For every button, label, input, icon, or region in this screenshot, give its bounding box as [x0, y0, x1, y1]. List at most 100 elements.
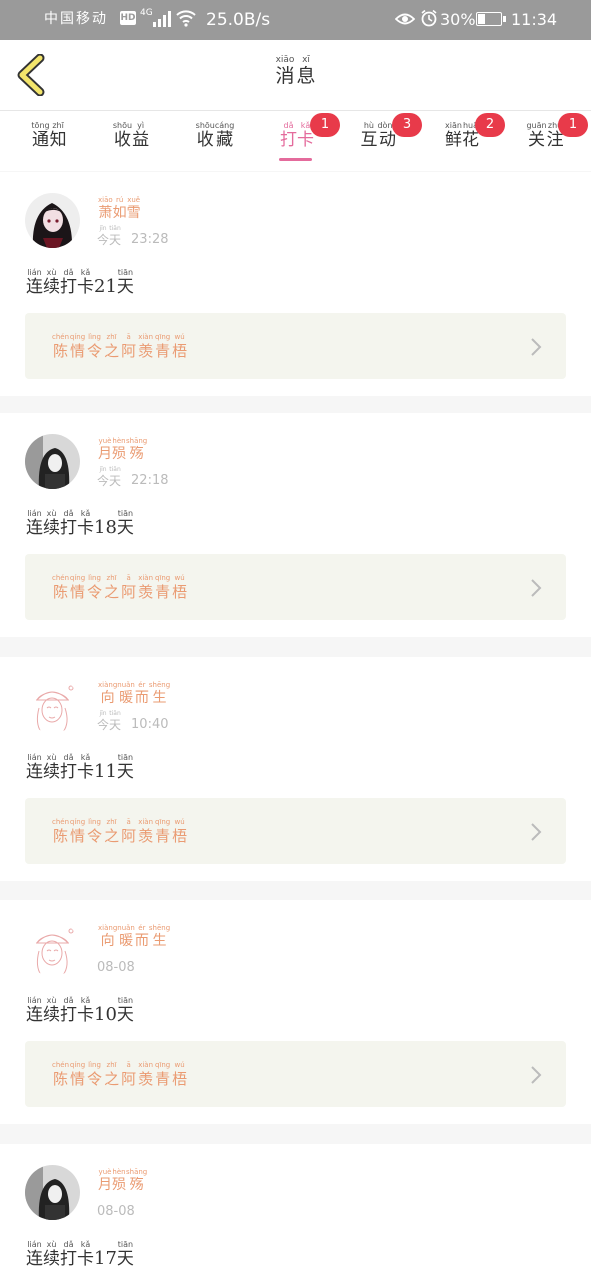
tab-shōu-cáng[interactable]: shōu 收 cáng 藏 — [180, 121, 250, 150]
streak-suffix-char: tiān 天 — [117, 753, 134, 782]
streak-prefix-char: kǎ 卡 — [77, 268, 94, 297]
pinyin: chén — [52, 1061, 70, 1069]
pinyin: lìng — [88, 1061, 101, 1069]
network-speed: 25.0B/s — [206, 10, 271, 30]
streak-prefix-char: lián 连 — [26, 268, 43, 297]
pinyin: tiān — [109, 225, 121, 232]
tab-hù-dòng[interactable]: hù 互 dòng 动 3 — [344, 113, 422, 150]
tab-xiān-huā[interactable]: xiān 鲜 huā 花 2 — [427, 113, 505, 150]
book-title-char: qīng 青 — [154, 818, 171, 845]
wifi-icon — [176, 10, 196, 27]
unread-badge: 1 — [558, 113, 588, 137]
hanzi: 卡 — [297, 130, 314, 150]
pinyin: xiàn — [138, 818, 154, 826]
hanzi: 益 — [132, 130, 150, 150]
checkin-message-card: yuè 月 hèn 殒 shāng 殇 08-08 lián 连 xù 续 dǎ 打 kǎ 卡 17 tiān 天 — [0, 1144, 591, 1280]
username-char: xiàng 向 — [98, 681, 117, 706]
pinyin: tiān — [117, 509, 134, 518]
pinyin: jīn — [99, 225, 107, 232]
tab-label-char: guān 关 — [526, 121, 546, 150]
eye-icon — [395, 13, 415, 25]
book-title-char: chén 陈 — [52, 333, 69, 360]
book-title-char: ā阿 — [120, 818, 137, 845]
avatar-bw-girl[interactable] — [25, 1165, 80, 1220]
username-char: yuè 月 — [98, 1168, 112, 1193]
avatar-sketch-girl[interactable] — [25, 678, 80, 733]
username[interactable]: xiàng 向 nuǎn 暖 ér 而 shēng 生 — [98, 681, 170, 706]
hanzi: 情 — [70, 1070, 86, 1088]
tab-guān-zhù[interactable]: guān 关 zhù 注 1 — [510, 113, 588, 150]
date-value: 08-08 — [97, 960, 135, 975]
username[interactable]: xiāo 萧 rú 如 xuě 雪 — [98, 196, 141, 221]
today-label-char: jīn 今 — [97, 709, 109, 732]
time-value: 10:40 — [131, 717, 169, 732]
tab-shōu-yì[interactable]: shōu 收 yì 益 — [96, 121, 166, 150]
tab-label-char: shōu 收 — [113, 121, 132, 150]
streak-prefix-char: kǎ 卡 — [77, 509, 94, 538]
streak-suffix-char: tiān 天 — [117, 1240, 134, 1269]
book-title-char: lìng 令 — [86, 1061, 103, 1088]
carrier-label: 中国移动 — [44, 11, 108, 27]
book-title-char: chén 陈 — [52, 818, 69, 845]
avatar-bw-girl[interactable] — [25, 434, 80, 489]
book-link[interactable]: chén 陈 qíng 情 lìng 令 zhī 之 ā 阿 xiàn 羡 qīng 青 wú 梧 — [25, 1041, 566, 1107]
pinyin: lìng — [88, 333, 101, 341]
pinyin: qīng — [154, 574, 171, 582]
book-link[interactable]: chén 陈 qíng 情 lìng 令 zhī 之 ā 阿 xiàn 羡 qīng 青 wú 梧 — [25, 313, 566, 379]
book-title-char: wú 梧 — [171, 818, 188, 845]
username-char: xuě 雪 — [127, 196, 141, 221]
pinyin: xiàn — [138, 574, 154, 582]
pinyin: xiāo — [275, 55, 295, 65]
book-link[interactable]: chén 陈 qíng 情 lìng 令 zhī 之 ā 阿 xiàn 羡 qīng 青 wú 梧 — [25, 798, 566, 864]
book-title-char: ā阿 — [120, 574, 137, 601]
pinyin: jīn — [99, 466, 107, 473]
hanzi: 青 — [155, 342, 171, 360]
username[interactable]: yuè 月 hèn 殒 shāng 殇 — [98, 1168, 147, 1193]
hanzi: 互 — [360, 130, 378, 150]
tab-tōng-zhī[interactable]: tōng 通 zhī 知 — [14, 121, 84, 150]
hanzi: 令 — [87, 827, 103, 845]
hanzi: 天 — [116, 762, 134, 782]
book-link[interactable]: chén 陈 qíng 情 lìng 令 zhī 之 ā 阿 xiàn 羡 qīng 青 wú 梧 — [25, 554, 566, 620]
avatar-sketch-girl[interactable] — [25, 921, 80, 976]
pinyin: xiān — [445, 121, 462, 130]
streak-prefix-char: dǎ 打 — [60, 509, 77, 538]
pinyin: ā — [126, 818, 131, 826]
username-char: xiàng 向 — [98, 924, 117, 949]
pinyin: yuè — [98, 1168, 112, 1176]
pinyin: tiān — [109, 466, 121, 473]
pinyin: shōu — [112, 121, 133, 130]
pinyin: xiàn — [138, 333, 154, 341]
unread-badge: 3 — [392, 113, 422, 137]
hanzi: 羡 — [138, 583, 154, 601]
hanzi: 续 — [43, 1005, 60, 1025]
hanzi: 打 — [60, 518, 77, 538]
today-label-char: jīn 今 — [97, 465, 109, 488]
hanzi: 梧 — [172, 583, 188, 601]
hanzi: 连 — [26, 1249, 43, 1269]
book-title: chén 陈 qíng 情 lìng 令 zhī 之 ā 阿 xiàn 羡 qīng 青 wú 梧 — [52, 1061, 188, 1088]
pinyin: ér — [138, 681, 146, 689]
hanzi: 打 — [60, 277, 77, 297]
username[interactable]: xiàng 向 nuǎn 暖 ér 而 shēng 生 — [98, 924, 170, 949]
pinyin: ā — [126, 1061, 131, 1069]
book-title-char: zhī 之 — [103, 818, 120, 845]
pinyin: xī — [302, 55, 310, 65]
hanzi: 殇 — [129, 446, 144, 462]
streak-prefix-char: dǎ 打 — [60, 1240, 77, 1269]
username-char: nuǎn 暖 — [117, 681, 135, 706]
streak-days: 21 — [94, 276, 117, 297]
hanzi: 令 — [87, 1070, 103, 1088]
username[interactable]: yuè 月 hèn 殒 shāng 殇 — [98, 437, 147, 462]
chevron-right-icon — [531, 1066, 542, 1084]
hanzi: 生 — [152, 933, 167, 949]
pinyin: ā — [126, 574, 131, 582]
unread-badge: 2 — [475, 113, 505, 137]
tab-dǎ-kǎ[interactable]: dǎ 打 kǎ 卡 1 — [262, 113, 340, 150]
hanzi: 月 — [98, 446, 112, 462]
hanzi: 殇 — [129, 1177, 144, 1193]
pinyin: hèn — [112, 1168, 126, 1176]
avatar-dark-girl[interactable] — [25, 193, 80, 248]
hanzi: 天 — [116, 518, 134, 538]
today-label-char: tiān 天 — [109, 224, 121, 247]
